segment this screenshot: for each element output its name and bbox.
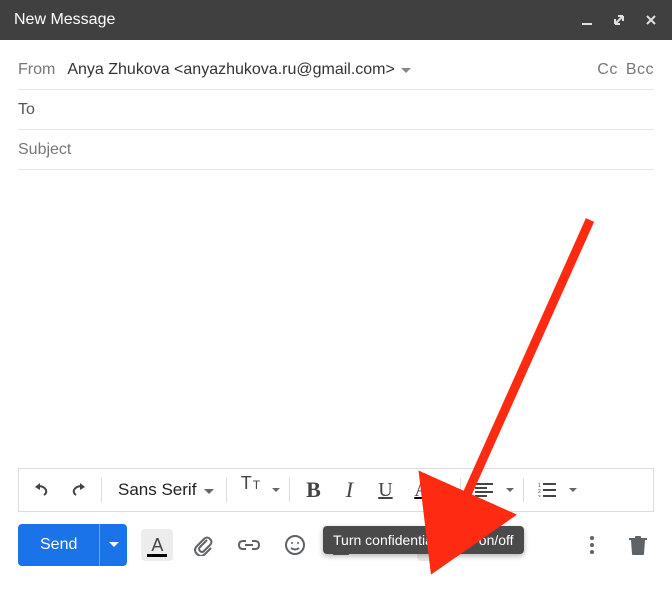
popout-icon[interactable]: [612, 13, 626, 27]
link-icon[interactable]: [233, 529, 265, 561]
font-name: Sans Serif: [118, 480, 196, 500]
to-label: To: [18, 101, 35, 119]
send-options-icon[interactable]: [99, 524, 127, 566]
redo-icon[interactable]: [61, 473, 95, 507]
font-size-button[interactable]: TT: [233, 473, 267, 507]
font-size-dropdown-icon[interactable]: [269, 488, 283, 493]
attach-icon[interactable]: [187, 529, 219, 561]
emoji-icon[interactable]: [279, 529, 311, 561]
subject-input[interactable]: [18, 130, 654, 169]
chevron-down-icon: [204, 480, 214, 500]
font-picker[interactable]: Sans Serif: [108, 473, 220, 507]
align-dropdown-icon[interactable]: [503, 488, 517, 493]
formatting-toolbar: Sans Serif TT B I U A 123: [18, 468, 654, 512]
from-value[interactable]: Anya Zhukova <anyazhukova.ru@gmail.com>: [67, 61, 395, 79]
text-color-button[interactable]: A: [404, 473, 438, 507]
text-color-dropdown-icon[interactable]: [440, 488, 454, 493]
bcc-button[interactable]: Bcc: [626, 61, 654, 79]
to-input[interactable]: [47, 90, 654, 129]
from-dropdown-icon[interactable]: [401, 61, 411, 79]
underline-button[interactable]: U: [368, 473, 402, 507]
undo-icon[interactable]: [25, 473, 59, 507]
align-button[interactable]: [467, 473, 501, 507]
message-body[interactable]: [0, 170, 672, 468]
bold-button[interactable]: B: [296, 473, 330, 507]
svg-text:3: 3: [538, 495, 541, 497]
minimize-icon[interactable]: [580, 13, 594, 27]
send-button[interactable]: Send: [18, 524, 99, 566]
more-options-icon[interactable]: [576, 529, 608, 561]
trash-icon[interactable]: [622, 529, 654, 561]
tooltip: Turn confidential mode on/off: [323, 526, 524, 554]
close-icon[interactable]: [644, 13, 658, 27]
list-button[interactable]: 123: [530, 473, 564, 507]
italic-button[interactable]: I: [332, 473, 366, 507]
from-label: From: [18, 61, 55, 79]
window-title: New Message: [14, 11, 115, 29]
cc-button[interactable]: Cc: [597, 61, 618, 79]
list-dropdown-icon[interactable]: [566, 488, 580, 493]
formatting-toggle-button[interactable]: A: [141, 529, 173, 561]
